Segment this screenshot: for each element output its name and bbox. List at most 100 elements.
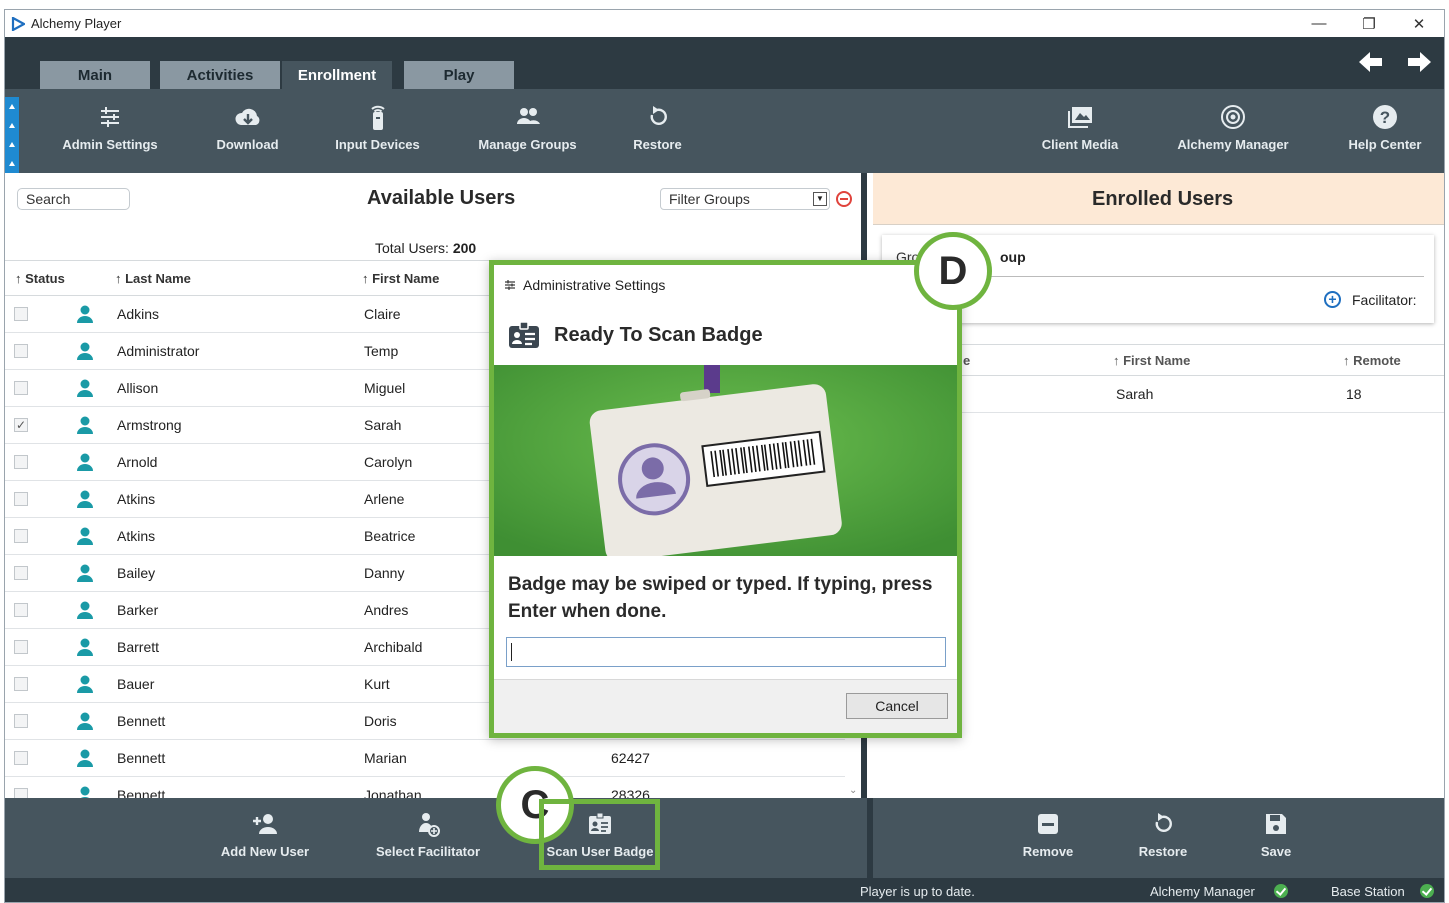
update-status: Player is up to date. xyxy=(860,884,975,899)
last-name-cell: Bennett xyxy=(117,713,166,729)
tab-play[interactable]: Play xyxy=(404,61,514,89)
close-button[interactable]: ✕ xyxy=(1394,10,1444,37)
first-name-cell: Sarah xyxy=(364,417,402,433)
input-devices-button[interactable]: Input Devices xyxy=(330,103,425,163)
help-icon: ? xyxy=(1373,105,1397,129)
title-bar: Alchemy Player — ❐ ✕ xyxy=(5,10,1444,37)
badge-input[interactable] xyxy=(506,637,946,667)
row-checkbox[interactable] xyxy=(14,344,28,358)
minimize-button[interactable]: — xyxy=(1294,10,1344,37)
dialog-title: Administrative Settings xyxy=(523,277,666,293)
enrolled-header: Enrolled Users xyxy=(873,173,1444,225)
restore-enrolled-button[interactable]: Restore xyxy=(1128,810,1198,859)
manage-groups-label: Manage Groups xyxy=(478,137,577,152)
client-media-button[interactable]: Client Media xyxy=(1035,103,1125,163)
remote-device-icon xyxy=(370,105,385,130)
tab-enrollment[interactable]: Enrollment xyxy=(282,61,392,89)
last-name-column-header-partial[interactable]: e xyxy=(963,353,970,368)
table-row[interactable]: Bennett Marian 62427 xyxy=(5,740,845,777)
window-title: Alchemy Player xyxy=(31,16,122,31)
admin-settings-button[interactable]: Admin Settings xyxy=(60,103,160,163)
restore-toolbar-button[interactable]: Restore xyxy=(625,103,690,163)
row-checkbox[interactable] xyxy=(14,677,28,691)
cancel-button[interactable]: Cancel xyxy=(846,693,948,719)
enrolled-users-title: Enrolled Users xyxy=(1092,188,1234,210)
row-checkbox[interactable]: ✓ xyxy=(14,418,28,432)
first-name-cell: Temp xyxy=(364,343,399,359)
dropdown-arrow-icon[interactable]: ▼ xyxy=(813,192,827,206)
first-name-cell: Doris xyxy=(364,713,397,729)
last-name-cell: Administrator xyxy=(117,343,200,359)
first-name-cell: Carolyn xyxy=(364,454,413,470)
id-badge-illustration-icon xyxy=(494,365,957,556)
user-icon xyxy=(77,564,93,582)
last-name-cell: Bennett xyxy=(117,750,166,766)
user-icon xyxy=(77,379,93,397)
remove-label: Remove xyxy=(1022,844,1074,859)
last-name-cell: Bailey xyxy=(117,565,156,581)
enrolled-first-name-column-header[interactable]: ↑ First Name xyxy=(1113,353,1190,368)
group-value: oup xyxy=(1000,249,1026,265)
restore-button[interactable]: ❐ xyxy=(1344,10,1394,37)
last-name-cell: Armstrong xyxy=(117,417,182,433)
first-name-cell: Kurt xyxy=(364,676,390,692)
row-checkbox[interactable] xyxy=(14,455,28,469)
last-name-cell: Atkins xyxy=(117,491,156,507)
select-facilitator-button[interactable]: Select Facilitator xyxy=(373,810,483,859)
save-label: Save xyxy=(1260,844,1292,859)
row-checkbox[interactable] xyxy=(14,566,28,580)
tab-activities[interactable]: Activities xyxy=(160,61,280,89)
last-name-cell: Arnold xyxy=(117,454,158,470)
input-devices-label: Input Devices xyxy=(335,137,420,152)
toolbar-grip[interactable] xyxy=(5,97,19,173)
download-button[interactable]: Download xyxy=(205,103,290,163)
facilitator-label: Facilitator: xyxy=(1352,292,1417,308)
status-column-header[interactable]: ↑ Status xyxy=(15,271,65,286)
search-input[interactable]: Search xyxy=(17,188,130,210)
user-icon xyxy=(77,453,93,471)
filter-groups-select[interactable]: Filter Groups xyxy=(660,188,830,210)
sliders-icon xyxy=(505,280,515,290)
forward-arrow-icon[interactable] xyxy=(1406,49,1432,75)
remote-column-header[interactable]: ↑ Remote xyxy=(1343,353,1401,368)
clear-filter-icon[interactable] xyxy=(836,191,852,207)
media-icon xyxy=(1068,107,1092,128)
callout-d: D xyxy=(914,232,992,310)
row-checkbox[interactable] xyxy=(14,751,28,765)
help-center-button[interactable]: ? Help Center xyxy=(1340,103,1430,163)
remove-button[interactable]: Remove xyxy=(1013,810,1083,859)
scan-badge-highlight xyxy=(539,799,660,870)
row-checkbox[interactable] xyxy=(14,714,28,728)
help-center-label: Help Center xyxy=(1348,137,1422,152)
first-name-cell: Miguel xyxy=(364,380,406,396)
user-icon xyxy=(77,675,93,693)
alchemy-manager-button[interactable]: Alchemy Manager xyxy=(1173,103,1293,163)
save-button[interactable]: Save xyxy=(1241,810,1311,859)
base-station-ok-icon xyxy=(1420,884,1434,898)
first-name-column-header[interactable]: ↑ First Name xyxy=(362,271,439,286)
manage-groups-button[interactable]: Manage Groups xyxy=(475,103,580,163)
first-name-cell: Danny xyxy=(364,565,405,581)
last-name-cell: Adkins xyxy=(117,306,160,322)
sliders-icon xyxy=(101,107,119,127)
scroll-down-icon[interactable]: ⌄ xyxy=(849,785,857,796)
total-users: Total Users: 200 xyxy=(375,240,476,256)
tab-main[interactable]: Main xyxy=(40,61,150,89)
add-new-user-button[interactable]: Add New User xyxy=(215,810,315,859)
last-name-cell: Barker xyxy=(117,602,159,618)
row-checkbox[interactable] xyxy=(14,529,28,543)
row-checkbox[interactable] xyxy=(14,492,28,506)
manager-status-label: Alchemy Manager xyxy=(1150,884,1255,899)
row-checkbox[interactable] xyxy=(14,640,28,654)
select-facilitator-label: Select Facilitator xyxy=(375,844,481,859)
dialog-title-bar: Administrative Settings xyxy=(494,265,957,305)
row-checkbox[interactable] xyxy=(14,307,28,321)
back-arrow-icon[interactable] xyxy=(1358,49,1384,75)
row-checkbox[interactable] xyxy=(14,603,28,617)
last-name-cell: Bauer xyxy=(117,676,155,692)
add-facilitator-icon[interactable]: + xyxy=(1324,291,1341,308)
last-name-cell: Barrett xyxy=(117,639,160,655)
last-name-column-header[interactable]: ↑ Last Name xyxy=(115,271,191,286)
row-checkbox[interactable] xyxy=(14,381,28,395)
user-icon xyxy=(77,416,93,434)
